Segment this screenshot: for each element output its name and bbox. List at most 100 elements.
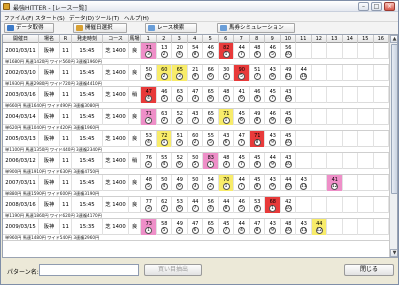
- horse-cell[interactable]: 49 2: [172, 219, 188, 235]
- horse-cell[interactable]: 90 5: [234, 65, 250, 81]
- horse-cell[interactable]: 44 8: [219, 197, 234, 213]
- horse-cell[interactable]: [343, 65, 358, 81]
- horse-cell[interactable]: 50 4: [141, 65, 157, 81]
- horse-cell[interactable]: 66 6: [203, 65, 219, 81]
- horse-cell[interactable]: 45 10: [281, 109, 296, 125]
- horse-cell[interactable]: [358, 153, 374, 169]
- horse-cell[interactable]: [343, 43, 358, 59]
- race-row[interactable]: 2004/03/14 阪神 11 15:45 芝 1400 良 71 3 63 2 52 5 43 7 65…: [3, 109, 389, 125]
- horse-cell[interactable]: [312, 131, 327, 147]
- horse-cell[interactable]: 63 2: [172, 87, 188, 103]
- header-horse-11[interactable]: 11: [296, 35, 312, 43]
- horse-cell[interactable]: 20 4: [172, 43, 188, 59]
- horse-cell[interactable]: 51 3: [172, 131, 188, 147]
- horse-cell[interactable]: 71 3: [141, 109, 157, 125]
- buy-extract-button[interactable]: 買い目抽出: [144, 264, 202, 276]
- race-search-button[interactable]: レース検索: [145, 23, 197, 33]
- horse-cell[interactable]: [296, 109, 312, 125]
- horse-cell[interactable]: 43 6: [219, 131, 234, 147]
- header-race-no[interactable]: R: [60, 35, 72, 43]
- horse-cell[interactable]: 45 7: [234, 153, 250, 169]
- horse-cell[interactable]: 56 4: [203, 197, 219, 213]
- horse-cell[interactable]: [374, 65, 389, 81]
- horse-cell[interactable]: 53 4: [141, 131, 157, 147]
- horse-cell[interactable]: 44 10: [281, 175, 296, 191]
- horse-cell[interactable]: 43 10: [281, 87, 296, 103]
- horse-cell[interactable]: 52 6: [172, 153, 188, 169]
- horse-cell[interactable]: 46 5: [157, 87, 172, 103]
- horse-cell[interactable]: 46 5: [265, 43, 281, 59]
- race-row[interactable]: 2003/03/16 阪神 11 15:45 芝 1400 稍 47 4 46 5 63 2 47 3 65…: [3, 87, 389, 103]
- horse-cell[interactable]: 65 4: [203, 109, 219, 125]
- horse-cell[interactable]: [374, 175, 389, 191]
- pattern-input[interactable]: [39, 264, 139, 276]
- horse-cell[interactable]: 49 8: [250, 109, 265, 125]
- header-horse-15[interactable]: 15: [358, 35, 374, 43]
- header-horse-8[interactable]: 8: [250, 35, 265, 43]
- horse-cell[interactable]: 71 1: [218, 109, 234, 125]
- horse-cell[interactable]: 46 9: [250, 87, 265, 103]
- horse-cell[interactable]: 47 6: [188, 219, 203, 235]
- header-horse-4[interactable]: 4: [188, 35, 203, 43]
- simulation-button[interactable]: 馬券シミュレーション: [217, 23, 295, 33]
- horse-cell[interactable]: 43 10: [281, 153, 296, 169]
- horse-cell[interactable]: 70 1: [218, 175, 234, 191]
- race-row[interactable]: 2002/03/10 阪神 11 15:45 芝 1400 良 50 4 60 2 65 3 21 9 66…: [3, 65, 389, 81]
- header-horse-2[interactable]: 2: [157, 35, 172, 43]
- horse-cell[interactable]: [312, 65, 327, 81]
- horse-cell[interactable]: 54 2: [203, 175, 219, 191]
- horse-cell[interactable]: [296, 87, 312, 103]
- horse-cell[interactable]: [358, 219, 374, 235]
- horse-cell[interactable]: 48 5: [141, 175, 157, 191]
- horse-cell[interactable]: 63 2: [157, 109, 172, 125]
- horse-cell[interactable]: [327, 43, 343, 59]
- horse-cell[interactable]: 52 5: [172, 109, 188, 125]
- header-course[interactable]: コース: [103, 35, 129, 43]
- race-row[interactable]: 2007/03/11 阪神 11 15:45 芝 1400 良 48 5 50 4 49 6 50 3 54…: [3, 175, 389, 191]
- horse-cell[interactable]: 13 2: [157, 43, 172, 59]
- horse-cell[interactable]: 46 9: [203, 43, 219, 59]
- horse-cell[interactable]: [343, 109, 358, 125]
- horse-cell[interactable]: 62 2: [157, 197, 172, 213]
- vertical-scrollbar[interactable]: ▲ ▼: [389, 35, 397, 257]
- horse-cell[interactable]: 47 7: [234, 131, 250, 147]
- horse-cell[interactable]: 71 8: [249, 131, 265, 147]
- horse-cell[interactable]: 41 12: [327, 175, 343, 191]
- scroll-down-arrow[interactable]: ▼: [390, 249, 397, 257]
- race-row[interactable]: 2005/03/13 阪神 11 15:45 芝 1400 良 53 4 72 1 51 3 60 2 55…: [3, 131, 389, 147]
- horse-cell[interactable]: 45 7: [219, 219, 234, 235]
- horse-cell[interactable]: 46 5: [234, 197, 250, 213]
- date-select-button[interactable]: 開催日選択: [73, 23, 127, 33]
- horse-cell[interactable]: 41 6: [234, 87, 250, 103]
- horse-cell[interactable]: 45 6: [234, 109, 250, 125]
- header-condition[interactable]: 馬場: [129, 35, 141, 43]
- horse-cell[interactable]: 43 7: [188, 109, 203, 125]
- horse-cell[interactable]: 48 6: [250, 43, 265, 59]
- horse-cell[interactable]: [374, 109, 389, 125]
- horse-cell[interactable]: 44 10: [296, 65, 312, 81]
- race-row[interactable]: 2009/03/15 阪神 11 15:35 芝 1400 良 73 1 58 5 49 2 47 6 65…: [3, 219, 389, 235]
- horse-cell[interactable]: 43 9: [265, 175, 281, 191]
- header-horse-5[interactable]: 5: [203, 35, 219, 43]
- horse-cell[interactable]: 65 3: [172, 65, 188, 81]
- horse-cell[interactable]: 43 8: [265, 65, 281, 81]
- horse-cell[interactable]: [327, 153, 343, 169]
- horse-cell[interactable]: [296, 197, 312, 213]
- horse-cell[interactable]: 60 2: [188, 131, 203, 147]
- horse-cell[interactable]: [343, 197, 358, 213]
- header-horse-9[interactable]: 9: [265, 35, 281, 43]
- menu-file[interactable]: ファイル(F): [4, 14, 33, 22]
- horse-cell[interactable]: 44 12: [311, 219, 327, 235]
- horse-cell[interactable]: [358, 43, 374, 59]
- horse-cell[interactable]: [358, 109, 374, 125]
- horse-cell[interactable]: 53 6: [172, 197, 188, 213]
- horse-cell[interactable]: 47 3: [188, 87, 203, 103]
- horse-cell[interactable]: 47 8: [250, 219, 265, 235]
- horse-cell[interactable]: [296, 43, 312, 59]
- horse-cell[interactable]: 53 9: [250, 197, 265, 213]
- header-horse-14[interactable]: 14: [343, 35, 358, 43]
- horse-cell[interactable]: 44 7: [234, 175, 250, 191]
- horse-cell[interactable]: 48 10: [281, 219, 296, 235]
- horse-cell[interactable]: 54 8: [188, 43, 203, 59]
- horse-cell[interactable]: 47 4: [141, 87, 157, 103]
